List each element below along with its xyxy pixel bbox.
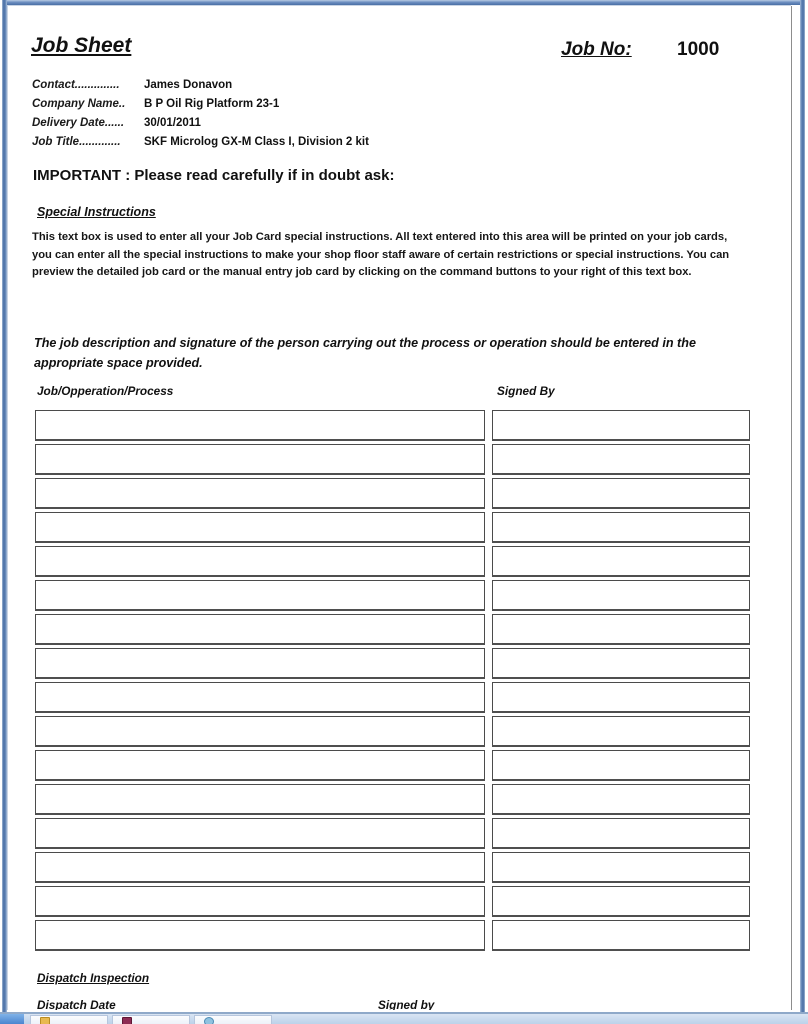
special-instructions-heading: Special Instructions bbox=[37, 205, 156, 219]
window-border-right bbox=[800, 0, 805, 1012]
meta-value-contact: James Donavon bbox=[144, 79, 233, 91]
job-no-value: 1000 bbox=[677, 39, 720, 60]
job-operation-process-input[interactable] bbox=[35, 444, 485, 475]
signed-by-input[interactable] bbox=[492, 716, 750, 747]
meta-label-delivery-date: Delivery Date...... bbox=[32, 117, 125, 129]
job-operation-process-input[interactable] bbox=[35, 478, 485, 509]
signed-by-input[interactable] bbox=[492, 512, 750, 543]
meta-row-contact: Contact.............. James Donavon bbox=[32, 76, 532, 95]
meta-row-company-name: Company Name.. B P Oil Rig Platform 23-1 bbox=[32, 95, 532, 114]
important-notice: IMPORTANT : Please read carefully if in … bbox=[33, 167, 395, 184]
special-instructions-text: This text box is used to enter all your … bbox=[32, 231, 730, 279]
job-operation-process-input[interactable] bbox=[35, 920, 485, 951]
taskbar-top-edge bbox=[0, 1012, 808, 1014]
signed-by-input[interactable] bbox=[492, 444, 750, 475]
signed-by-input[interactable] bbox=[492, 580, 750, 611]
job-operation-process-input[interactable] bbox=[35, 648, 485, 679]
table-row bbox=[8, 818, 791, 849]
document-right-rail bbox=[791, 6, 800, 1010]
table-row bbox=[8, 444, 791, 475]
table-row bbox=[8, 580, 791, 611]
meta-row-job-title: Job Title............. SKF Microlog GX-M … bbox=[32, 133, 532, 152]
signed-by-input[interactable] bbox=[492, 546, 750, 577]
signed-by-input[interactable] bbox=[492, 784, 750, 815]
taskbar[interactable] bbox=[0, 1012, 808, 1024]
table-row bbox=[8, 852, 791, 883]
job-operation-process-input[interactable] bbox=[35, 546, 485, 577]
job-operation-process-input[interactable] bbox=[35, 750, 485, 781]
application-window: Job Sheet Job No: 1000 Contact..........… bbox=[0, 0, 808, 1024]
job-no-label: Job No: bbox=[561, 39, 632, 60]
table-row bbox=[8, 614, 791, 645]
meta-value-delivery-date: 30/01/2011 bbox=[144, 117, 201, 129]
signed-by-input[interactable] bbox=[492, 750, 750, 781]
signed-by-input[interactable] bbox=[492, 852, 750, 883]
signed-by-input[interactable] bbox=[492, 614, 750, 645]
document-icon bbox=[122, 1017, 132, 1024]
browser-icon bbox=[204, 1017, 214, 1024]
meta-label-job-title: Job Title............. bbox=[32, 136, 121, 148]
job-operation-process-input[interactable] bbox=[35, 614, 485, 645]
job-operation-process-input[interactable] bbox=[35, 410, 485, 441]
table-row bbox=[8, 716, 791, 747]
table-row bbox=[8, 648, 791, 679]
signed-by-input[interactable] bbox=[492, 478, 750, 509]
meta-value-company-name: B P Oil Rig Platform 23-1 bbox=[144, 98, 280, 110]
meta-label-company-name: Company Name.. bbox=[32, 98, 126, 110]
job-sheet-page: Job Sheet Job No: 1000 Contact..........… bbox=[8, 6, 791, 1010]
job-meta-block: Contact.............. James Donavon Compa… bbox=[32, 76, 532, 152]
job-operation-process-input[interactable] bbox=[35, 886, 485, 917]
table-row bbox=[8, 478, 791, 509]
dispatch-inspection-heading: Dispatch Inspection bbox=[37, 971, 150, 985]
signed-by-input[interactable] bbox=[492, 920, 750, 951]
table-row bbox=[8, 784, 791, 815]
signed-by-input[interactable] bbox=[492, 648, 750, 679]
job-operation-process-input[interactable] bbox=[35, 580, 485, 611]
start-button[interactable] bbox=[0, 1014, 24, 1024]
table-row bbox=[8, 410, 791, 441]
table-row bbox=[8, 750, 791, 781]
page-title: Job Sheet bbox=[31, 34, 132, 57]
meta-row-delivery-date: Delivery Date...... 30/01/2011 bbox=[32, 114, 532, 133]
job-operation-process-input[interactable] bbox=[35, 784, 485, 815]
table-row bbox=[8, 920, 791, 951]
meta-value-job-title: SKF Microlog GX-M Class I, Division 2 ki… bbox=[144, 136, 369, 148]
table-row bbox=[8, 682, 791, 713]
job-operation-process-input[interactable] bbox=[35, 818, 485, 849]
folder-icon bbox=[40, 1017, 50, 1024]
job-operation-process-input[interactable] bbox=[35, 682, 485, 713]
dispatch-date-label: Dispatch Date bbox=[37, 998, 116, 1010]
column-header-job-operation-process: Job/Opperation/Process bbox=[37, 384, 174, 398]
dispatch-signed-by-label: Signed by bbox=[378, 998, 435, 1010]
table-row bbox=[8, 546, 791, 577]
signed-by-input[interactable] bbox=[492, 818, 750, 849]
signed-by-input[interactable] bbox=[492, 410, 750, 441]
job-operation-process-input[interactable] bbox=[35, 716, 485, 747]
table-row bbox=[8, 886, 791, 917]
column-header-signed-by: Signed By bbox=[497, 384, 555, 398]
job-description-note: The job description and signature of the… bbox=[34, 336, 696, 370]
signed-by-input[interactable] bbox=[492, 682, 750, 713]
signed-by-input[interactable] bbox=[492, 886, 750, 917]
job-operation-process-input[interactable] bbox=[35, 852, 485, 883]
job-operation-process-input[interactable] bbox=[35, 512, 485, 543]
meta-label-contact: Contact.............. bbox=[32, 79, 120, 91]
table-row bbox=[8, 512, 791, 543]
